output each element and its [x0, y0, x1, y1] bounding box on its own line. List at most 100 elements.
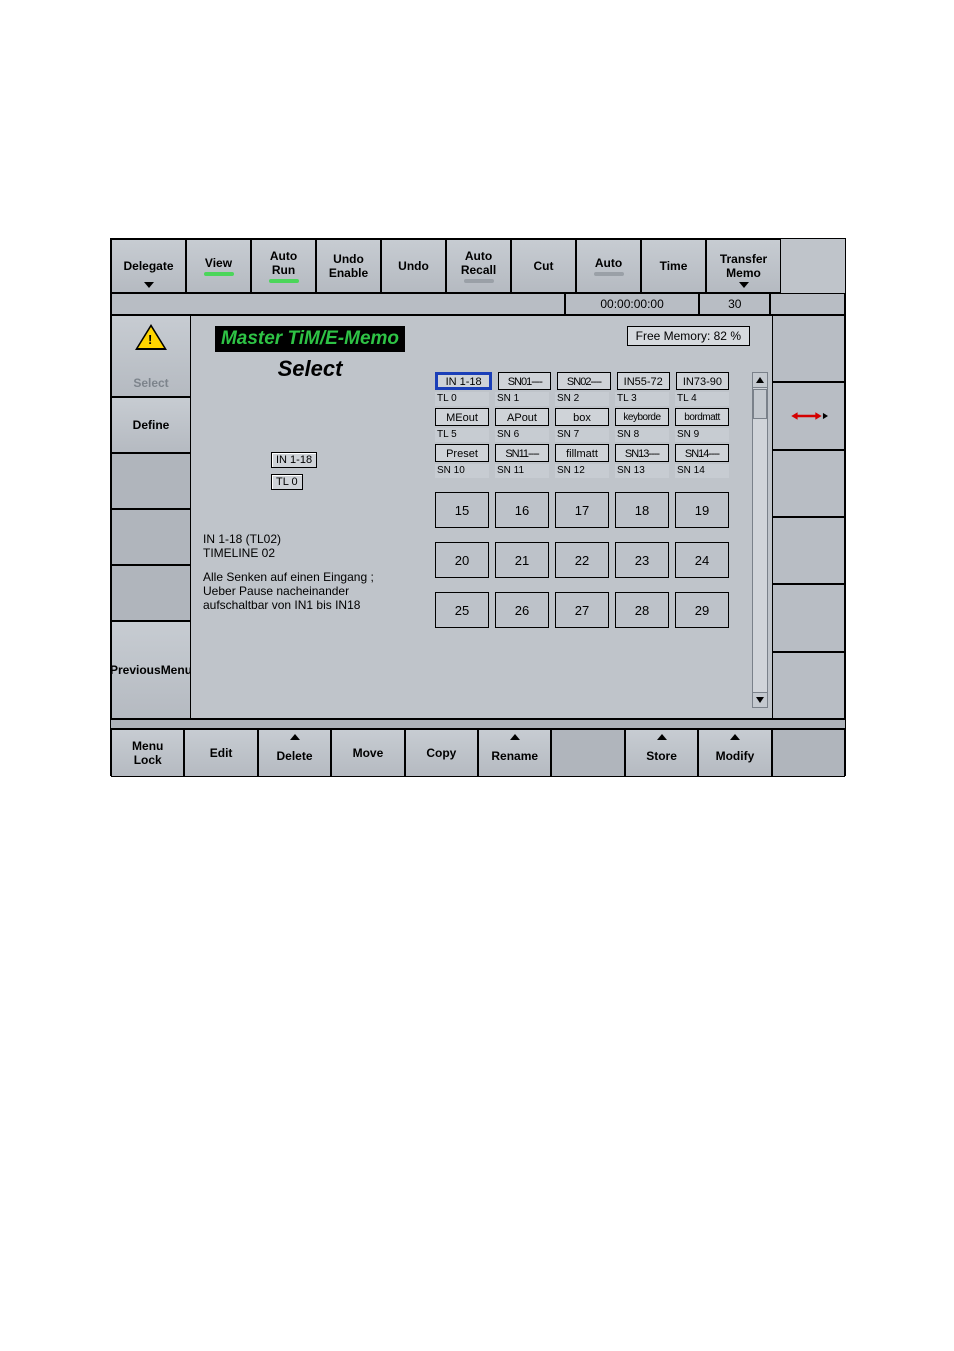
autorecall-underline-icon	[464, 279, 494, 283]
undo-enable-label2: Enable	[329, 266, 368, 280]
move-label: Move	[353, 746, 384, 760]
grid-cell[interactable]: IN73-90	[676, 372, 729, 390]
desc-line-4: Ueber Pause nacheinander	[203, 584, 374, 598]
chevron-up-icon	[657, 734, 667, 740]
grid-sublabel: SN 2	[555, 392, 609, 406]
grid-cell[interactable]: IN55-72	[617, 372, 670, 390]
define-button[interactable]: Define	[111, 397, 191, 453]
grid-scrollbar[interactable]	[752, 372, 768, 708]
scroll-down-button[interactable]	[752, 692, 768, 708]
previous-menu-button[interactable]: Previous Menu	[111, 621, 191, 719]
transfer-memo-button[interactable]: Transfer Memo	[706, 239, 781, 293]
right-slot-4[interactable]	[772, 517, 845, 584]
edit-button[interactable]: Edit	[184, 729, 257, 777]
grid-sublabel: SN 1	[495, 392, 549, 406]
grid-area: Free Memory: 82 % IN 1-18 SN01---- SN02-…	[429, 315, 772, 719]
grid-cell[interactable]: 21	[495, 542, 549, 578]
right-slot-arrow[interactable]	[772, 382, 845, 449]
left-blank-2[interactable]	[111, 509, 191, 565]
cut-button[interactable]: Cut	[511, 239, 576, 293]
grid-cell[interactable]: SN11----	[495, 444, 549, 462]
undo-button[interactable]: Undo	[381, 239, 446, 293]
grid-cell[interactable]: 20	[435, 542, 489, 578]
grid-cell[interactable]: 29	[675, 592, 729, 628]
grid-cell[interactable]: 23	[615, 542, 669, 578]
grid-cell[interactable]: 17	[555, 492, 609, 528]
right-slot-1[interactable]	[772, 315, 845, 382]
delegate-button[interactable]: Delegate	[111, 239, 186, 293]
move-button[interactable]: Move	[331, 729, 404, 777]
grid-cell[interactable]: 25	[435, 592, 489, 628]
auto-underline-icon	[594, 272, 624, 276]
status-left-blank	[111, 293, 565, 315]
auto-button[interactable]: Auto	[576, 239, 641, 293]
grid-cell[interactable]: box	[555, 408, 609, 426]
store-button[interactable]: Store	[625, 729, 698, 777]
bottom-blank-2[interactable]	[772, 729, 845, 777]
delete-button[interactable]: Delete	[258, 729, 331, 777]
grid-row-1-tl: TL 0 SN 1 SN 2 TL 3 TL 4	[435, 392, 729, 406]
modify-button[interactable]: Modify	[698, 729, 771, 777]
grid-cell[interactable]: Preset	[435, 444, 489, 462]
auto-recall-button[interactable]: Auto Recall	[446, 239, 511, 293]
grid-cell[interactable]: 24	[675, 542, 729, 578]
right-slot-6[interactable]	[772, 652, 845, 719]
grid-sublabel: TL 3	[615, 392, 669, 406]
grid-cell[interactable]: 19	[675, 492, 729, 528]
auto-recall-label2: Recall	[461, 263, 496, 277]
grid-cell[interactable]: 28	[615, 592, 669, 628]
auto-recall-label1: Auto	[465, 249, 492, 263]
grid-cell[interactable]: keyborde	[615, 408, 669, 426]
grid-cell[interactable]: MEout	[435, 408, 489, 426]
chevron-up-icon	[290, 734, 300, 740]
auto-label: Auto	[595, 256, 622, 270]
select-button[interactable]: ! Select	[111, 315, 191, 397]
scroll-thumb[interactable]	[753, 389, 767, 419]
desc-line-3: Alle Senken auf einen Eingang ;	[203, 570, 374, 584]
grid-cell[interactable]: SN14----	[675, 444, 729, 462]
title-bar: Master TiM/E-Memo Select	[191, 326, 429, 382]
grid-sublabel: TL 4	[675, 392, 729, 406]
grid-cell[interactable]: APout	[495, 408, 549, 426]
edit-label: Edit	[210, 746, 233, 760]
chevron-up-icon	[756, 377, 764, 383]
scroll-up-button[interactable]	[752, 372, 768, 388]
grid-cell[interactable]: 16	[495, 492, 549, 528]
chevron-down-icon	[144, 282, 154, 288]
left-column: ! Select Define Previous Menu	[111, 315, 191, 719]
left-blank-1[interactable]	[111, 453, 191, 509]
view-button[interactable]: View	[186, 239, 251, 293]
undo-enable-button[interactable]: Undo Enable	[316, 239, 381, 293]
grid-cell[interactable]: 22	[555, 542, 609, 578]
left-blank-3[interactable]	[111, 565, 191, 621]
copy-button[interactable]: Copy	[405, 729, 478, 777]
right-slot-5[interactable]	[772, 584, 845, 651]
menu-lock-button[interactable]: Menu Lock	[111, 729, 184, 777]
grid-sublabel: SN 10	[435, 464, 489, 478]
grid-cell[interactable]: 26	[495, 592, 549, 628]
grid-cell[interactable]: SN01----	[498, 372, 551, 390]
define-label: Define	[133, 418, 170, 432]
menu-lock-label1: Menu	[132, 739, 163, 753]
time-button[interactable]: Time	[641, 239, 706, 293]
grid-sublabel: SN 11	[495, 464, 549, 478]
grid-cell[interactable]: 18	[615, 492, 669, 528]
center-tag-in: IN 1-18	[271, 452, 317, 468]
right-slot-3[interactable]	[772, 450, 845, 517]
rename-button[interactable]: Rename	[478, 729, 551, 777]
grid-sublabel: SN 14	[675, 464, 729, 478]
grid-cell[interactable]: fillmatt	[555, 444, 609, 462]
previous-menu-label2: Menu	[161, 663, 192, 677]
bottom-blank[interactable]	[551, 729, 624, 777]
grid-cell[interactable]: 27	[555, 592, 609, 628]
modify-label: Modify	[716, 749, 755, 763]
grid-cell[interactable]: bordmatt	[675, 408, 729, 426]
grid-cell[interactable]: SN13----	[615, 444, 669, 462]
auto-run-button[interactable]: Auto Run	[251, 239, 316, 293]
top-row: Delegate View Auto Run Undo Enable Undo …	[111, 239, 845, 293]
grid-row-1: IN 1-18 SN01---- SN02---- IN55-72 IN73-9…	[435, 372, 729, 390]
grid-cell[interactable]: IN 1-18	[435, 372, 492, 390]
grid-cell[interactable]: 15	[435, 492, 489, 528]
grid-sublabel: TL 0	[435, 392, 489, 406]
grid-cell[interactable]: SN02----	[557, 372, 610, 390]
